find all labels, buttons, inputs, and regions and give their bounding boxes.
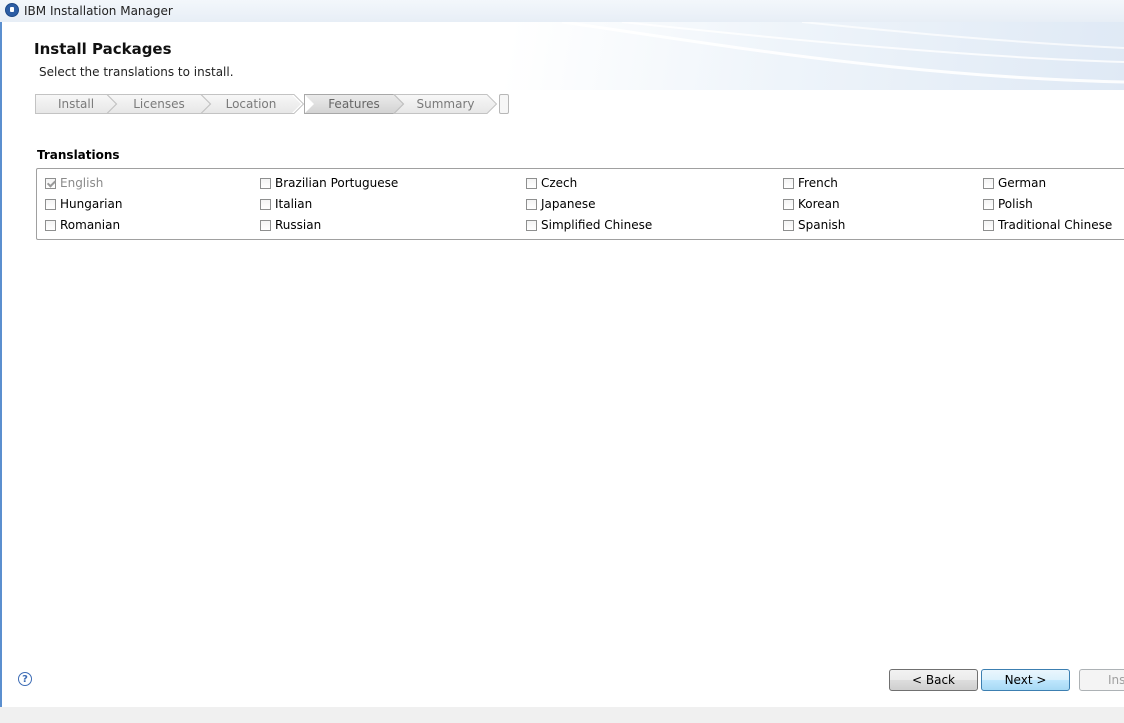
- checkbox-spanish[interactable]: Spanish: [783, 216, 845, 234]
- title-bar: IBM Installation Manager: [0, 0, 1124, 23]
- checkbox-box[interactable]: [783, 198, 794, 210]
- checkbox-french[interactable]: French: [783, 174, 838, 192]
- checkbox-box[interactable]: [983, 177, 994, 189]
- translations-group: English Brazilian Portuguese Czech Frenc…: [36, 168, 1124, 240]
- checkbox-romanian[interactable]: Romanian: [45, 216, 120, 234]
- checkbox-box[interactable]: [45, 177, 56, 189]
- checkbox-box[interactable]: [260, 198, 271, 210]
- checkbox-hungarian[interactable]: Hungarian: [45, 195, 122, 213]
- checkbox-english[interactable]: English: [45, 174, 103, 192]
- checkbox-box[interactable]: [783, 219, 794, 231]
- checkbox-czech[interactable]: Czech: [526, 174, 577, 192]
- checkbox-traditional-chinese[interactable]: Traditional Chinese: [983, 216, 1112, 234]
- checkbox-korean[interactable]: Korean: [783, 195, 840, 213]
- checkbox-box[interactable]: [526, 219, 537, 231]
- next-button[interactable]: Next >: [981, 669, 1070, 691]
- checkbox-simplified-chinese[interactable]: Simplified Chinese: [526, 216, 652, 234]
- wizard-steps: Install Licenses Location Features Summa…: [35, 94, 515, 114]
- checkbox-japanese[interactable]: Japanese: [526, 195, 596, 213]
- status-bar: [0, 707, 1124, 723]
- checkbox-box[interactable]: [983, 219, 994, 231]
- checkbox-russian[interactable]: Russian: [260, 216, 321, 234]
- back-button[interactable]: < Back: [889, 669, 978, 691]
- checkbox-box[interactable]: [45, 219, 56, 231]
- window-title: IBM Installation Manager: [24, 4, 173, 18]
- app-icon: [5, 3, 19, 17]
- checkbox-polish[interactable]: Polish: [983, 195, 1033, 213]
- checkbox-box[interactable]: [526, 177, 537, 189]
- checkbox-box[interactable]: [526, 198, 537, 210]
- checkbox-box[interactable]: [45, 198, 56, 210]
- page-subtitle: Select the translations to install.: [39, 65, 234, 79]
- checkbox-brazilian-portuguese[interactable]: Brazilian Portuguese: [260, 174, 398, 192]
- checkbox-italian[interactable]: Italian: [260, 195, 312, 213]
- checkbox-box[interactable]: [260, 177, 271, 189]
- window-border: [0, 22, 2, 707]
- checkbox-german[interactable]: German: [983, 174, 1046, 192]
- checkbox-box[interactable]: [260, 219, 271, 231]
- page-title: Install Packages: [34, 40, 172, 58]
- steps-outline: [35, 94, 498, 114]
- install-button[interactable]: Inst: [1079, 669, 1124, 691]
- translations-label: Translations: [37, 148, 120, 162]
- checkbox-box[interactable]: [983, 198, 994, 210]
- checkbox-box[interactable]: [783, 177, 794, 189]
- help-icon[interactable]: ?: [18, 672, 32, 686]
- steps-end-cap: [499, 94, 509, 114]
